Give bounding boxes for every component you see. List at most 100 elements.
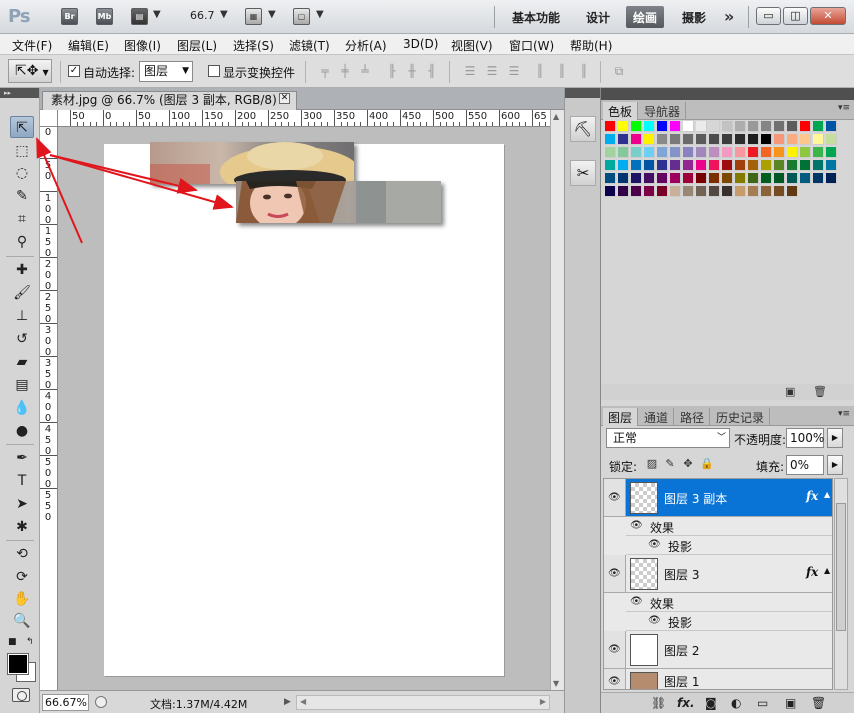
menu-view[interactable]: 视图(V) <box>451 37 493 54</box>
color-swatch[interactable] <box>618 147 629 158</box>
align-vcenter-icon[interactable]: ╪ <box>338 64 352 78</box>
tab-swatches[interactable]: 色板 <box>603 102 639 120</box>
layer-row-layer-2[interactable]: 👁 图层 2 <box>604 631 832 669</box>
color-swatch[interactable] <box>761 160 772 171</box>
tab-navigator[interactable]: 导航器 <box>639 102 687 120</box>
color-swatch[interactable] <box>709 134 720 145</box>
color-swatch[interactable] <box>696 147 707 158</box>
eye-icon[interactable]: 👁 <box>608 569 622 579</box>
color-swatch[interactable] <box>696 186 707 197</box>
color-swatch[interactable] <box>761 134 772 145</box>
color-swatch[interactable] <box>618 121 629 132</box>
color-swatch[interactable] <box>618 160 629 171</box>
eye-icon[interactable]: 👁 <box>608 493 622 503</box>
color-swatch[interactable] <box>618 134 629 145</box>
horizontal-scrollbar[interactable]: ◀ ▶ <box>296 695 550 710</box>
history-brush-tool-icon[interactable]: ↺ <box>10 328 34 350</box>
color-swatch[interactable] <box>657 160 668 171</box>
color-swatch[interactable] <box>722 147 733 158</box>
screen-mode-dropdown-icon[interactable]: ▼ <box>316 9 324 20</box>
color-swatch[interactable] <box>800 121 811 132</box>
color-swatch[interactable] <box>657 121 668 132</box>
vertical-ruler[interactable]: 0 5 0 1 0 01 5 02 0 02 5 03 0 03 5 04 0 04… <box>40 127 58 690</box>
eye-icon[interactable]: 👁 <box>648 616 662 626</box>
document-tab[interactable]: 素材.jpg @ 66.7% (图层 3 副本, RGB/8) * <box>42 91 297 110</box>
fill-input[interactable]: 0% <box>786 455 824 475</box>
color-swatch[interactable] <box>787 121 798 132</box>
layers-scroll-thumb[interactable] <box>836 503 846 631</box>
restore-button[interactable]: ◫ <box>783 7 808 25</box>
collapse-effects-icon[interactable]: ▲ <box>824 490 830 499</box>
color-swatch[interactable] <box>774 160 785 171</box>
canvas-area[interactable] <box>58 127 550 690</box>
add-mask-icon[interactable]: ◙ <box>705 696 717 710</box>
bridge-button[interactable]: Br <box>61 8 78 25</box>
menu-layer[interactable]: 图层(L) <box>177 37 217 54</box>
color-swatch[interactable] <box>826 160 837 171</box>
color-swatch[interactable] <box>774 121 785 132</box>
adjustment-layer-icon[interactable]: ◐ <box>731 696 741 710</box>
tool-preset-picker[interactable]: ⇱✥ ▼ <box>8 59 52 83</box>
new-group-icon[interactable]: ▭ <box>757 696 768 710</box>
color-swatch[interactable] <box>683 147 694 158</box>
3d-orbit-tool-icon[interactable]: ⟳ <box>10 566 34 588</box>
color-swatch[interactable] <box>683 173 694 184</box>
status-menu-icon[interactable]: ▶ <box>284 697 291 707</box>
menu-help[interactable]: 帮助(H) <box>570 37 612 54</box>
color-swatch[interactable] <box>722 160 733 171</box>
menu-3d[interactable]: 3D(D) <box>403 37 438 51</box>
marquee-tool-icon[interactable]: ⬚ <box>10 140 34 162</box>
color-swatch[interactable] <box>605 134 616 145</box>
eraser-tool-icon[interactable]: ▰ <box>10 351 34 373</box>
color-swatch[interactable] <box>605 121 616 132</box>
view-extras-dropdown-icon[interactable]: ▼ <box>153 9 161 20</box>
eye-icon[interactable]: 👁 <box>630 597 644 607</box>
color-swatch[interactable] <box>813 121 824 132</box>
auto-select-target-dropdown[interactable]: 图层 ▼ <box>139 61 193 82</box>
new-layer-icon[interactable]: ▣ <box>785 696 796 710</box>
ruler-origin[interactable] <box>40 110 58 127</box>
color-swatch[interactable] <box>605 173 616 184</box>
menu-edit[interactable]: 编辑(E) <box>68 37 109 54</box>
color-swatch[interactable] <box>696 121 707 132</box>
close-document-icon[interactable]: ✕ <box>279 93 290 104</box>
pen-tool-icon[interactable]: ✒ <box>10 447 34 469</box>
color-swatch[interactable] <box>722 173 733 184</box>
color-swatch[interactable] <box>631 147 642 158</box>
color-swatch[interactable] <box>696 160 707 171</box>
hand-tool-icon[interactable]: ✋ <box>10 588 34 610</box>
color-swatch[interactable] <box>748 173 759 184</box>
color-swatch[interactable] <box>800 147 811 158</box>
color-swatch[interactable] <box>683 121 694 132</box>
auto-select-checkbox[interactable]: ✓ <box>68 65 80 77</box>
color-swatch[interactable] <box>683 160 694 171</box>
workspace-design[interactable]: 设计 <box>586 9 610 26</box>
color-swatch[interactable] <box>709 147 720 158</box>
color-swatch[interactable] <box>826 121 837 132</box>
color-swatch[interactable] <box>787 147 798 158</box>
status-info-icon[interactable] <box>95 696 107 708</box>
layer-3-copy-image[interactable] <box>236 181 441 223</box>
delete-swatch-icon[interactable]: 🗑 <box>813 385 827 398</box>
distribute-hcenter-icon[interactable]: ║ <box>555 64 569 78</box>
fill-slider-button[interactable]: ▶ <box>827 455 843 475</box>
swap-colors-icon[interactable]: ↰ <box>26 637 34 647</box>
color-swatch[interactable] <box>605 186 616 197</box>
view-extras-icon[interactable]: ▤ <box>131 8 148 25</box>
color-swatch[interactable] <box>631 173 642 184</box>
layer-row-layer-3-copy[interactable]: 👁 图层 3 副本 fx ▲ <box>604 479 832 517</box>
workspace-painting[interactable]: 绘画 <box>626 6 665 28</box>
distribute-left-icon[interactable]: ║ <box>533 64 547 78</box>
move-tool-icon[interactable]: ⇱ <box>10 116 34 138</box>
color-swatch[interactable] <box>631 121 642 132</box>
color-swatch[interactable] <box>709 121 720 132</box>
lock-position-icon[interactable]: ✥ <box>682 458 694 470</box>
menu-window[interactable]: 窗口(W) <box>509 37 554 54</box>
drop-shadow-row[interactable]: 👁 投影 <box>626 612 832 631</box>
color-swatch[interactable] <box>748 160 759 171</box>
distribute-right-icon[interactable]: ║ <box>577 64 591 78</box>
distribute-bottom-icon[interactable]: ☰ <box>507 64 521 78</box>
color-swatch[interactable] <box>761 173 772 184</box>
quick-selection-tool-icon[interactable]: ✎ <box>10 185 34 207</box>
color-swatch[interactable] <box>657 134 668 145</box>
